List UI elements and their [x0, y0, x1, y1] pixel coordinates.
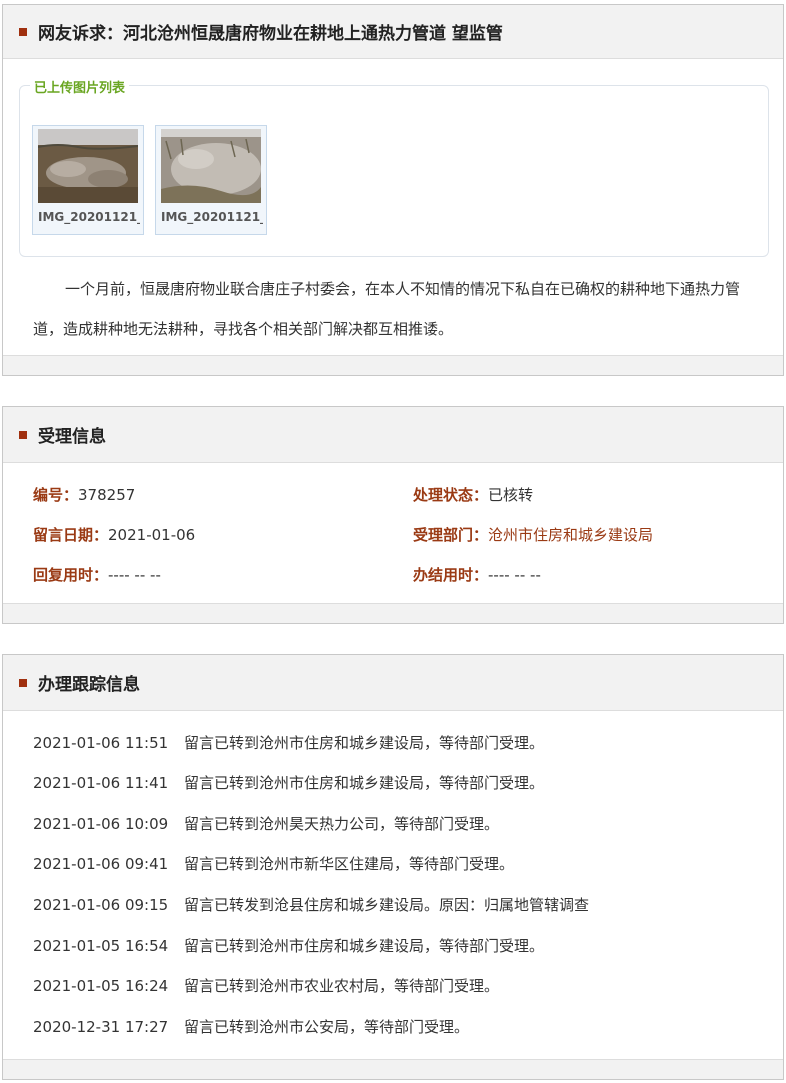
tracking-row: 2021-01-06 09:41 留言已转到沧州市新华区住建局，等待部门受理。: [33, 853, 514, 874]
photo-image: [38, 129, 138, 203]
tracking-text: 留言已转到沧州市农业农村局，等待部门受理。: [184, 977, 500, 995]
department-field: 受理部门：沧州市住房和城乡建设局: [413, 524, 653, 545]
date-label: 留言日期：: [33, 526, 109, 544]
photo-image: [161, 129, 261, 203]
status-value: 已核转: [488, 486, 534, 504]
tracking-text: 留言已转到沧州市公安局，等待部门受理。: [184, 1018, 470, 1036]
tracking-text: 留言已转到沧州市住房和城乡建设局，等待部门受理。: [184, 937, 545, 955]
acceptance-info-panel: 受理信息 编号：378257 处理状态：已核转 留言日期：2021-01-06 …: [2, 406, 784, 624]
image-caption: IMG_20201121_0: [38, 210, 140, 224]
finish-time-label: 办结用时：: [413, 566, 489, 584]
status-field: 处理状态：已核转: [413, 484, 533, 505]
title-marker-icon: [19, 27, 27, 36]
tracking-header: 办理跟踪信息: [3, 655, 783, 711]
tracking-text: 留言已转发到沧县住房和城乡建设局。原因：归属地管辖调查: [184, 896, 590, 914]
complaint-header: 网友诉求：河北沧州恒晟唐府物业在耕地上通热力管道 望监管: [3, 5, 783, 59]
number-label: 编号：: [33, 486, 79, 504]
tracking-list: 2021-01-06 11:51 留言已转到沧州市住房和城乡建设局，等待部门受理。…: [3, 711, 783, 1059]
acceptance-info-body: 编号：378257 处理状态：已核转 留言日期：2021-01-06 受理部门：…: [3, 463, 783, 603]
tracking-time: 2020-12-31 17:27: [33, 1018, 169, 1036]
tracking-row: 2021-01-06 09:15 留言已转发到沧县住房和城乡建设局。原因：归属地管…: [33, 894, 589, 915]
date-value: 2021-01-06: [108, 526, 196, 544]
tracking-row: 2021-01-06 11:51 留言已转到沧州市住房和城乡建设局，等待部门受理。: [33, 732, 544, 753]
uploaded-images-legend: 已上传图片列表: [30, 77, 130, 96]
tracking-text: 留言已转到沧州市新华区住建局，等待部门受理。: [184, 855, 515, 873]
finish-time-value: ---- -- --: [488, 566, 541, 584]
date-field: 留言日期：2021-01-06: [33, 524, 195, 545]
tracking-time: 2021-01-06 11:41: [33, 774, 169, 792]
department-link[interactable]: 沧州市住房和城乡建设局: [488, 526, 653, 544]
department-label: 受理部门：: [413, 526, 489, 544]
uploaded-images-box: 已上传图片列表 IMG_20201121_0: [19, 77, 769, 257]
tracking-title: 办理跟踪信息: [38, 675, 140, 695]
number-value: 378257: [78, 486, 136, 504]
reply-time-label: 回复用时：: [33, 566, 109, 584]
tracking-panel: 办理跟踪信息 2021-01-06 11:51 留言已转到沧州市住房和城乡建设局，…: [2, 654, 784, 1080]
complaint-panel: 网友诉求：河北沧州恒晟唐府物业在耕地上通热力管道 望监管 已上传图片列表 IMG…: [2, 4, 784, 376]
title-marker-icon: [19, 430, 27, 439]
tracking-row: 2021-01-06 10:09 留言已转到沧州昊天热力公司，等待部门受理。: [33, 813, 499, 834]
tracking-time: 2021-01-06 11:51: [33, 734, 169, 752]
complaint-body: 一个月前，恒晟唐府物业联合唐庄子村委会，在本人不知情的情况下私自在已确权的耕种地…: [33, 280, 741, 338]
tracking-text: 留言已转到沧州昊天热力公司，等待部门受理。: [184, 815, 500, 833]
tracking-time: 2021-01-06 09:41: [33, 855, 169, 873]
tracking-time: 2021-01-06 09:15: [33, 896, 169, 914]
status-label: 处理状态：: [413, 486, 489, 504]
image-thumbnail[interactable]: IMG_20201121_0: [155, 125, 267, 235]
tracking-row: 2021-01-06 11:41 留言已转到沧州市住房和城乡建设局，等待部门受理。: [33, 772, 544, 793]
tracking-text: 留言已转到沧州市住房和城乡建设局，等待部门受理。: [184, 734, 545, 752]
tracking-row: 2020-12-31 17:27 留言已转到沧州市公安局，等待部门受理。: [33, 1016, 469, 1037]
reply-time-value: ---- -- --: [108, 566, 161, 584]
tracking-time: 2021-01-05 16:54: [33, 937, 169, 955]
tracking-time: 2021-01-05 16:24: [33, 977, 169, 995]
acceptance-info-header: 受理信息: [3, 407, 783, 463]
tracking-text: 留言已转到沧州市住房和城乡建设局，等待部门受理。: [184, 774, 545, 792]
tracking-time: 2021-01-06 10:09: [33, 815, 169, 833]
title-marker-icon: [19, 678, 27, 687]
tracking-row: 2021-01-05 16:54 留言已转到沧州市住房和城乡建设局，等待部门受理。: [33, 935, 544, 956]
panel-footer: [3, 355, 783, 375]
reply-time-field: 回复用时：---- -- --: [33, 564, 161, 585]
number-field: 编号：378257: [33, 484, 135, 505]
acceptance-info-title: 受理信息: [38, 427, 106, 447]
image-caption: IMG_20201121_0: [161, 210, 263, 224]
finish-time-field: 办结用时：---- -- --: [413, 564, 541, 585]
panel-footer: [3, 1059, 783, 1079]
complaint-title: 网友诉求：河北沧州恒晟唐府物业在耕地上通热力管道 望监管: [38, 24, 503, 44]
tracking-row: 2021-01-05 16:24 留言已转到沧州市农业农村局，等待部门受理。: [33, 975, 499, 996]
image-thumbnail[interactable]: IMG_20201121_0: [32, 125, 144, 235]
panel-footer: [3, 603, 783, 623]
